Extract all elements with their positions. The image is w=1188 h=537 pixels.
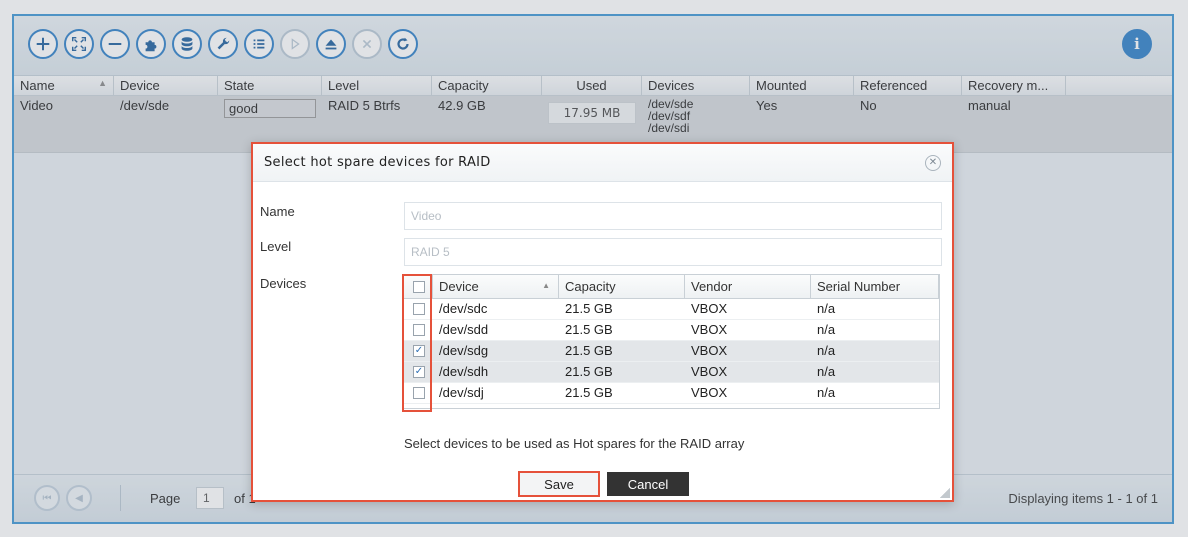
- table-row[interactable]: /dev/sdj 21.5 GB VBOX n/a: [403, 383, 939, 404]
- device-cell: /dev/sdj: [439, 385, 484, 400]
- vendor-cell: VBOX: [691, 385, 728, 400]
- dialog-title: Select hot spare devices for RAID: [264, 155, 491, 170]
- device-cell: /dev/sdd: [439, 322, 489, 337]
- sort-asc-icon: ▲: [542, 281, 550, 290]
- devices-table: Device ▲ Capacity Vendor Serial Number /d…: [402, 274, 940, 409]
- table-row[interactable]: ✓ /dev/sdg 21.5 GB VBOX n/a: [403, 341, 939, 362]
- resize-handle[interactable]: [940, 488, 950, 498]
- row-checkbox-checked[interactable]: ✓: [413, 345, 425, 357]
- table-row[interactable]: /dev/sdc 21.5 GB VBOX n/a: [403, 299, 939, 320]
- capacity-cell: 21.5 GB: [565, 301, 613, 316]
- vendor-cell: VBOX: [691, 322, 728, 337]
- close-icon: ✕: [928, 157, 938, 168]
- serial-cell: n/a: [817, 343, 836, 358]
- level-label: Level: [260, 239, 292, 254]
- capacity-cell: 21.5 GB: [565, 364, 613, 379]
- checkmark-icon: ✓: [414, 345, 424, 356]
- checkmark-icon: ✓: [414, 366, 424, 377]
- device-cell: /dev/sdh: [439, 364, 489, 379]
- row-checkbox-cell: [403, 383, 433, 403]
- column-header-vendor[interactable]: Vendor: [685, 275, 811, 298]
- level-field[interactable]: RAID 5: [404, 238, 942, 266]
- dialog-header: Select hot spare devices for RAID ✕: [253, 144, 952, 182]
- table-row[interactable]: /dev/sdd 21.5 GB VBOX n/a: [403, 320, 939, 341]
- cancel-button[interactable]: Cancel: [607, 472, 689, 496]
- vendor-cell: VBOX: [691, 364, 728, 379]
- device-cell: /dev/sdc: [439, 301, 488, 316]
- save-button[interactable]: Save: [518, 471, 600, 497]
- serial-cell: n/a: [817, 385, 836, 400]
- capacity-cell: 21.5 GB: [565, 343, 613, 358]
- devices-table-header: Device ▲ Capacity Vendor Serial Number: [403, 275, 939, 299]
- serial-cell: n/a: [817, 301, 836, 316]
- row-checkbox[interactable]: [413, 324, 425, 336]
- serial-cell: n/a: [817, 322, 836, 337]
- column-header-device[interactable]: Device ▲: [433, 275, 559, 298]
- name-field[interactable]: Video: [404, 202, 942, 230]
- vendor-cell: VBOX: [691, 301, 728, 316]
- row-checkbox-cell: ✓: [403, 362, 433, 382]
- close-dialog-button[interactable]: ✕: [925, 155, 941, 171]
- column-header-capacity[interactable]: Capacity: [559, 275, 685, 298]
- capacity-cell: 21.5 GB: [565, 385, 613, 400]
- column-header-serial[interactable]: Serial Number: [811, 275, 939, 298]
- capacity-cell: 21.5 GB: [565, 322, 613, 337]
- row-checkbox-cell: [403, 320, 433, 340]
- column-label: Device: [439, 279, 479, 294]
- name-label: Name: [260, 204, 295, 219]
- row-checkbox[interactable]: [413, 387, 425, 399]
- select-all-checkbox[interactable]: [413, 281, 425, 293]
- vendor-cell: VBOX: [691, 343, 728, 358]
- serial-cell: n/a: [817, 364, 836, 379]
- device-cell: /dev/sdg: [439, 343, 489, 358]
- row-checkbox-cell: ✓: [403, 341, 433, 361]
- row-checkbox-cell: [403, 299, 433, 319]
- select-all-cell: [403, 275, 433, 298]
- hot-spare-dialog: Select hot spare devices for RAID ✕ Name…: [251, 142, 954, 502]
- devices-label: Devices: [260, 276, 307, 291]
- row-checkbox[interactable]: [413, 303, 425, 315]
- table-row[interactable]: ✓ /dev/sdh 21.5 GB VBOX n/a: [403, 362, 939, 383]
- row-checkbox-checked[interactable]: ✓: [413, 366, 425, 378]
- dialog-hint: Select devices to be used as Hot spares …: [404, 436, 745, 451]
